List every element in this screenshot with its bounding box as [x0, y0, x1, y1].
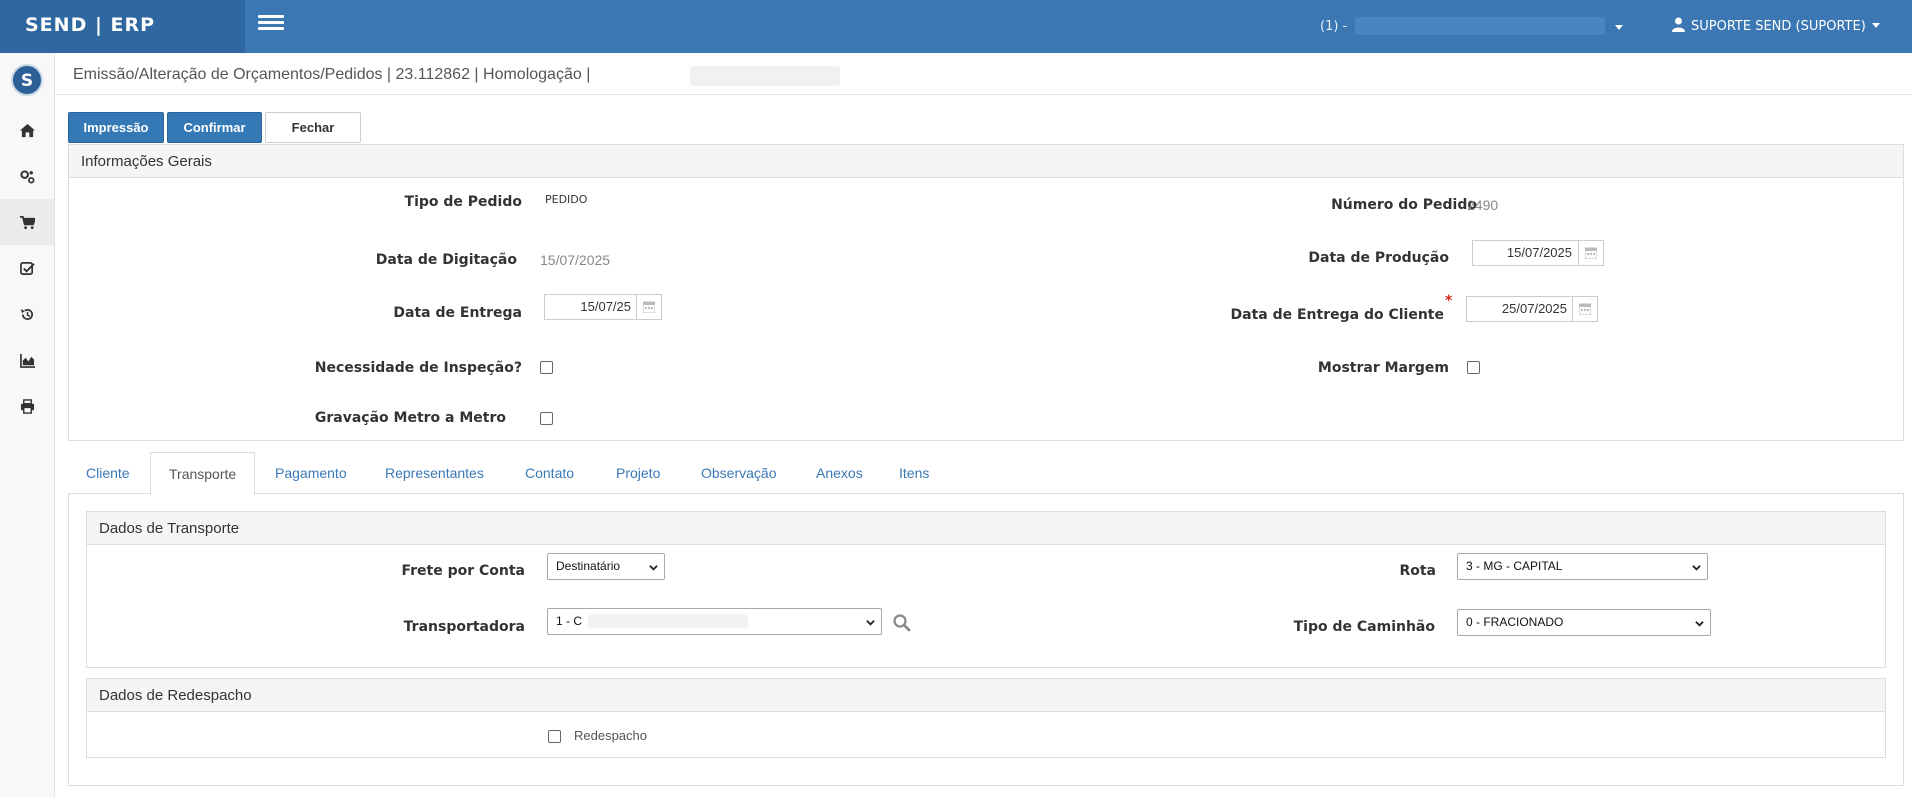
- chevron-down-icon: [866, 620, 875, 626]
- truck-type-label: Tipo de Caminhão: [1293, 619, 1435, 635]
- carrier-selected-value: 1 - C: [556, 614, 583, 628]
- entry-date-label: Data de Digitação: [375, 252, 517, 268]
- delivery-date-calendar-button[interactable]: [636, 294, 662, 320]
- production-date-field[interactable]: 15/07/2025: [1472, 240, 1579, 266]
- calendar-icon: [643, 301, 655, 313]
- search-icon[interactable]: [893, 614, 911, 632]
- delivery-date-field[interactable]: 15/07/25: [544, 294, 638, 320]
- show-margin-label: Mostrar Margem: [1317, 360, 1449, 376]
- route-select[interactable]: 3 - MG - CAPITAL: [1457, 553, 1708, 580]
- required-marker: *: [1445, 293, 1453, 309]
- hamburger-icon-bar: [258, 27, 284, 30]
- order-number-value: 2490: [1467, 197, 1499, 213]
- sidebar-item-history[interactable]: [0, 291, 54, 337]
- tab-observacao[interactable]: Observação: [683, 452, 794, 495]
- carrier-label: Transportadora: [403, 619, 525, 635]
- general-info-panel: Informações Gerais: [68, 144, 1904, 441]
- page-header: Emissão/Alteração de Orçamentos/Pedidos …: [55, 53, 1912, 95]
- truck-type-selected-value: 0 - FRACIONADO: [1466, 615, 1564, 629]
- company-logo[interactable]: S: [11, 64, 43, 96]
- panel-heading: Dados de Transporte: [87, 512, 1885, 545]
- chevron-down-icon[interactable]: [1615, 25, 1623, 30]
- meter-recording-checkbox[interactable]: [540, 412, 553, 425]
- sidebar-item-settings[interactable]: [0, 153, 54, 199]
- tab-projeto[interactable]: Projeto: [598, 452, 678, 495]
- tab-pagamento[interactable]: Pagamento: [257, 452, 365, 495]
- hamburger-icon-bar: [258, 21, 284, 24]
- client-delivery-date-calendar-button[interactable]: [1572, 296, 1598, 322]
- menu-toggle-button[interactable]: [255, 12, 287, 38]
- route-selected-value: 3 - MG - CAPITAL: [1466, 559, 1563, 573]
- carrier-name-redacted: [588, 614, 748, 628]
- close-button[interactable]: Fechar: [265, 112, 361, 143]
- meter-recording-label: Gravação Metro a Metro: [314, 410, 506, 426]
- truck-type-select[interactable]: 0 - FRACIONADO: [1457, 609, 1711, 636]
- production-date-calendar-button[interactable]: [1578, 240, 1604, 266]
- tab-cliente[interactable]: Cliente: [68, 452, 148, 495]
- calendar-icon: [1579, 303, 1591, 315]
- panel-heading: Informações Gerais: [69, 145, 1903, 178]
- chevron-down-icon: [1871, 23, 1880, 28]
- sidebar-item-orders[interactable]: [0, 199, 54, 245]
- redispatch-checkbox[interactable]: [548, 730, 561, 743]
- print-button[interactable]: Impressão: [68, 112, 164, 143]
- transport-panel: Dados de Transporte: [86, 511, 1886, 668]
- tab-itens[interactable]: Itens: [881, 452, 947, 495]
- sidebar-item-tasks[interactable]: [0, 245, 54, 291]
- route-label: Rota: [1399, 563, 1436, 579]
- order-number-label: Número do Pedido: [1331, 197, 1477, 213]
- chevron-down-icon: [1695, 621, 1704, 627]
- sidebar-item-print[interactable]: [0, 383, 54, 429]
- chart-icon: [19, 353, 35, 368]
- sidebar-item-home[interactable]: [0, 107, 54, 153]
- user-icon: [1672, 17, 1685, 32]
- delivery-date-label: Data de Entrega: [393, 305, 522, 321]
- confirm-button[interactable]: Confirmar: [167, 112, 262, 143]
- tab-representantes[interactable]: Representantes: [367, 452, 502, 495]
- hamburger-icon-bar: [258, 15, 284, 18]
- freight-label: Frete por Conta: [401, 563, 525, 579]
- home-icon: [19, 123, 35, 137]
- calendar-icon: [1585, 247, 1597, 259]
- environment-name-redacted: [690, 66, 840, 86]
- user-menu[interactable]: SUPORTE SEND (SUPORTE): [1672, 0, 1880, 53]
- sidebar: S: [0, 53, 55, 797]
- page-title: Emissão/Alteração de Orçamentos/Pedidos …: [73, 66, 591, 83]
- history-icon: [20, 308, 33, 320]
- chevron-down-icon: [649, 565, 658, 571]
- chevron-down-icon: [1692, 565, 1701, 571]
- client-delivery-date-field[interactable]: 25/07/2025: [1466, 296, 1574, 322]
- inspection-label: Necessidade de Inspeção?: [314, 360, 522, 376]
- order-type-value: PEDIDO: [545, 193, 588, 206]
- tab-transporte[interactable]: Transporte: [150, 452, 256, 495]
- gears-icon: [19, 169, 34, 183]
- panel-heading: Dados de Redespacho: [87, 679, 1885, 712]
- company-selector-label[interactable]: (1) -: [1320, 0, 1347, 53]
- user-name: SUPORTE SEND (SUPORTE): [1691, 19, 1866, 34]
- tab-contato[interactable]: Contato: [507, 452, 592, 495]
- sidebar-item-production[interactable]: [0, 337, 54, 383]
- redispatch-label[interactable]: Redespacho: [574, 728, 647, 743]
- entry-date-value: 15/07/2025: [540, 252, 611, 268]
- freight-select[interactable]: Destinatário: [547, 553, 665, 580]
- order-type-label: Tipo de Pedido: [404, 194, 522, 210]
- checklist-icon: [19, 261, 35, 275]
- client-delivery-date-label: Data de Entrega do Cliente: [1230, 307, 1444, 323]
- top-navbar: SEND | ERP (1) - SUPORTE SEND (SUPORTE): [0, 0, 1912, 53]
- show-margin-checkbox[interactable]: [1467, 361, 1480, 374]
- inspection-checkbox[interactable]: [540, 361, 553, 374]
- production-date-label: Data de Produção: [1308, 250, 1449, 266]
- cart-icon: [19, 215, 35, 229]
- redispatch-panel: Dados de Redespacho: [86, 678, 1886, 758]
- print-icon: [20, 398, 34, 414]
- company-name-redacted: [1355, 17, 1605, 35]
- tab-anexos[interactable]: Anexos: [798, 452, 881, 495]
- app-brand[interactable]: SEND | ERP: [0, 0, 245, 53]
- freight-selected-value: Destinatário: [556, 559, 621, 573]
